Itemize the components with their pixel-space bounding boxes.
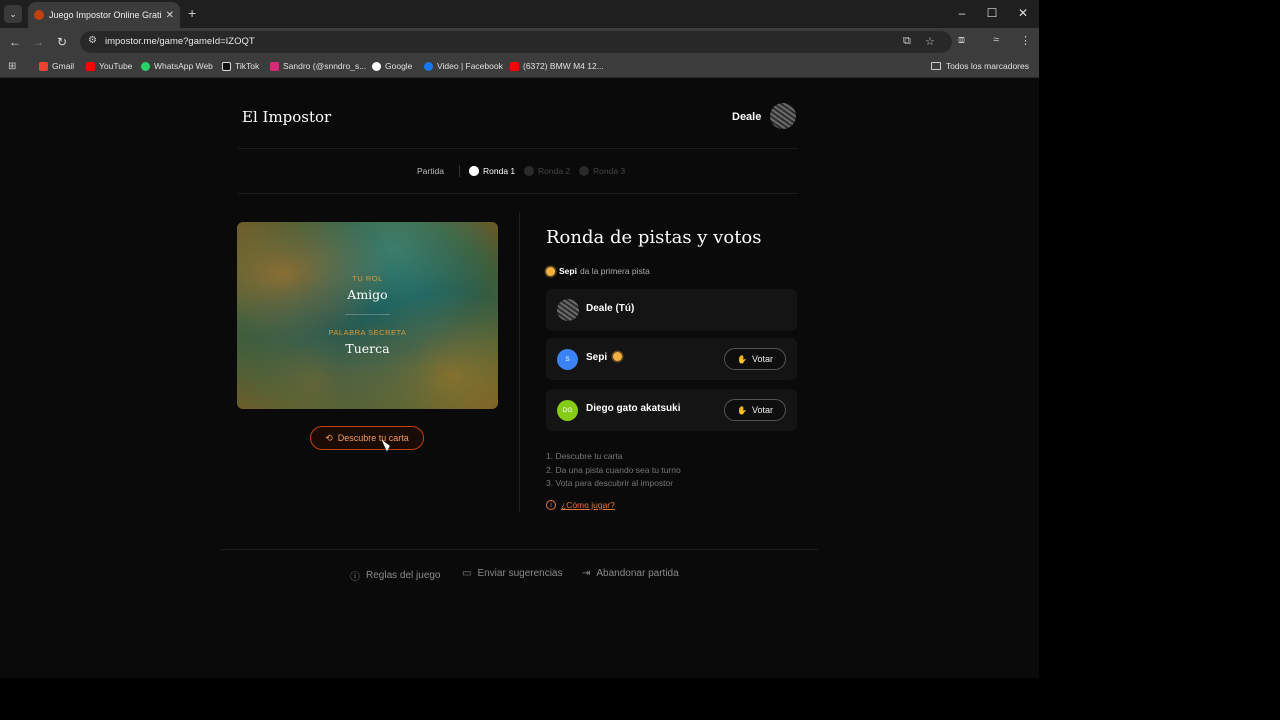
new-tab-button[interactable]: + — [188, 6, 196, 20]
vote-button[interactable]: ✋ Votar — [724, 399, 786, 421]
youtube-icon — [510, 61, 519, 71]
role-card[interactable]: TU ROL Amigo PALABRA SECRETA Tuerca — [237, 222, 498, 409]
how-to-play-link[interactable]: i ¿Cómo jugar? — [546, 500, 615, 510]
stepper-divider — [238, 193, 798, 194]
active-step-icon — [469, 166, 479, 176]
info-icon: ⓘ — [350, 572, 360, 583]
bookmark-youtube[interactable]: YouTube — [86, 61, 132, 71]
pending-step-icon — [524, 166, 534, 176]
stepper-round-2: Ronda 2 — [524, 166, 570, 176]
card-divider — [345, 314, 390, 315]
close-icon[interactable]: ✕ — [166, 10, 174, 21]
pending-step-icon — [579, 166, 589, 176]
avatar: DG — [557, 400, 578, 421]
stepper-round-3: Ronda 3 — [579, 166, 625, 176]
user-avatar[interactable] — [770, 103, 796, 129]
player-row: DG Diego gato akatsuki ✋ Votar — [546, 389, 797, 431]
bookmark-youtube-video[interactable]: (6372) BMW M4 12... — [510, 61, 604, 71]
stepper-game: Partida — [417, 166, 444, 176]
site-logo[interactable]: El Impostor — [242, 108, 331, 126]
info-icon: i — [546, 500, 556, 510]
footer-divider — [221, 549, 818, 550]
bookmarks-bar: ⊞ Gmail YouTube WhatsApp Web TikTok Sand… — [0, 56, 1039, 78]
word-label: PALABRA SECRETA — [328, 328, 407, 337]
browser-window: ⌄ Juego Impostor Online Gratis - ✕ + – ☐… — [0, 0, 1039, 678]
player-row: Deale (Tú) — [546, 289, 797, 331]
player-row: S Sepi ✋ Votar — [546, 338, 797, 380]
player-name: Deale (Tú) — [586, 303, 635, 314]
message-icon: ▭ — [462, 568, 472, 579]
bookmark-whatsapp[interactable]: WhatsApp Web — [141, 61, 213, 71]
header-divider — [238, 148, 798, 149]
minimize-icon[interactable]: – — [955, 6, 969, 20]
bookmark-gmail[interactable]: Gmail — [39, 61, 74, 71]
refresh-icon: ⟲ — [325, 432, 333, 443]
whatsapp-icon — [141, 61, 150, 71]
bookmark-star-icon[interactable]: ☆ — [925, 35, 935, 48]
tiktok-icon — [222, 61, 231, 71]
column-divider — [519, 212, 520, 512]
role-value: Amigo — [347, 287, 388, 302]
back-icon[interactable]: ← — [7, 34, 23, 50]
site-info-icon[interactable]: ⚙ — [88, 35, 97, 46]
apps-grid-icon[interactable]: ⊞ — [8, 61, 16, 72]
feedback-link[interactable]: ▭ Enviar sugerencias — [462, 568, 563, 579]
avatar: S — [557, 349, 578, 370]
reload-icon[interactable]: ↻ — [54, 34, 70, 50]
leave-game-link[interactable]: ⇥ Abandonar partida — [582, 568, 679, 579]
game-page: El Impostor Deale Partida Ronda 1 Ronda … — [0, 80, 1039, 678]
sun-icon — [546, 266, 555, 276]
first-clue-line: Sepi da la primera pista — [546, 266, 650, 276]
instagram-icon — [270, 61, 279, 71]
vote-button[interactable]: ✋ Votar — [724, 348, 786, 370]
extensions-icon[interactable]: ⧈ — [958, 34, 965, 47]
user-name: Deale — [732, 111, 762, 123]
google-icon — [372, 61, 381, 71]
bookmark-instagram[interactable]: Sandro (@snndro_s... — [270, 61, 366, 71]
instruction-step: 1. Descubre tu carta — [546, 451, 623, 461]
bookmark-tiktok[interactable]: TikTok — [222, 61, 259, 71]
tab-strip: ⌄ Juego Impostor Online Gratis - ✕ + – ☐… — [0, 0, 1039, 28]
browser-toolbar: ← → ↻ ⚙ impostor.me/game?gameId=IZOQT ⧉ … — [0, 28, 1039, 56]
bookmark-google[interactable]: Google — [372, 61, 412, 71]
reveal-card-button[interactable]: ⟲ Descubre tu carta — [310, 426, 424, 450]
install-icon[interactable]: ⧉ — [903, 35, 911, 48]
active-tab[interactable]: Juego Impostor Online Gratis - ✕ — [28, 2, 180, 28]
stepper-separator — [459, 165, 460, 177]
stepper-round-1: Ronda 1 — [469, 166, 515, 176]
facebook-icon — [424, 61, 433, 71]
player-name: Sepi — [586, 352, 623, 363]
tab-search-button[interactable]: ⌄ — [4, 5, 22, 23]
gmail-icon — [39, 61, 48, 71]
maximize-icon[interactable]: ☐ — [985, 6, 999, 20]
rules-link[interactable]: ⓘ Reglas del juego — [350, 568, 441, 583]
round-title: Ronda de pistas y votos — [546, 227, 762, 248]
window-close-icon[interactable]: ✕ — [1016, 6, 1030, 20]
hand-icon: ✋ — [737, 405, 747, 415]
bookmark-facebook[interactable]: Video | Facebook — [424, 61, 503, 71]
avatar — [557, 299, 579, 321]
profile-icon[interactable]: ≈ — [993, 34, 999, 46]
hand-icon: ✋ — [737, 354, 747, 364]
instructions-list: 1. Descubre tu carta 2. Da una pista cua… — [546, 450, 681, 491]
sun-icon — [613, 352, 623, 361]
forward-icon[interactable]: → — [30, 34, 46, 50]
youtube-icon — [86, 61, 95, 71]
address-bar[interactable]: ⚙ impostor.me/game?gameId=IZOQT ⧉ ☆ — [80, 31, 952, 53]
folder-icon — [930, 62, 941, 70]
instruction-step: 3. Vota para descubrir al impostor — [546, 478, 674, 488]
url-text: impostor.me/game?gameId=IZOQT — [105, 36, 255, 47]
player-name: Diego gato akatsuki — [586, 403, 681, 414]
logout-icon: ⇥ — [582, 568, 591, 579]
word-value: Tuerca — [345, 341, 390, 356]
role-label: TU ROL — [352, 274, 383, 283]
menu-icon[interactable]: ⋮ — [1020, 34, 1031, 47]
favicon-icon — [34, 10, 44, 20]
instruction-step: 2. Da una pista cuando sea tu turno — [546, 464, 681, 475]
tab-title: Juego Impostor Online Gratis - — [49, 10, 162, 20]
all-bookmarks[interactable]: Todos los marcadores — [930, 61, 1029, 71]
